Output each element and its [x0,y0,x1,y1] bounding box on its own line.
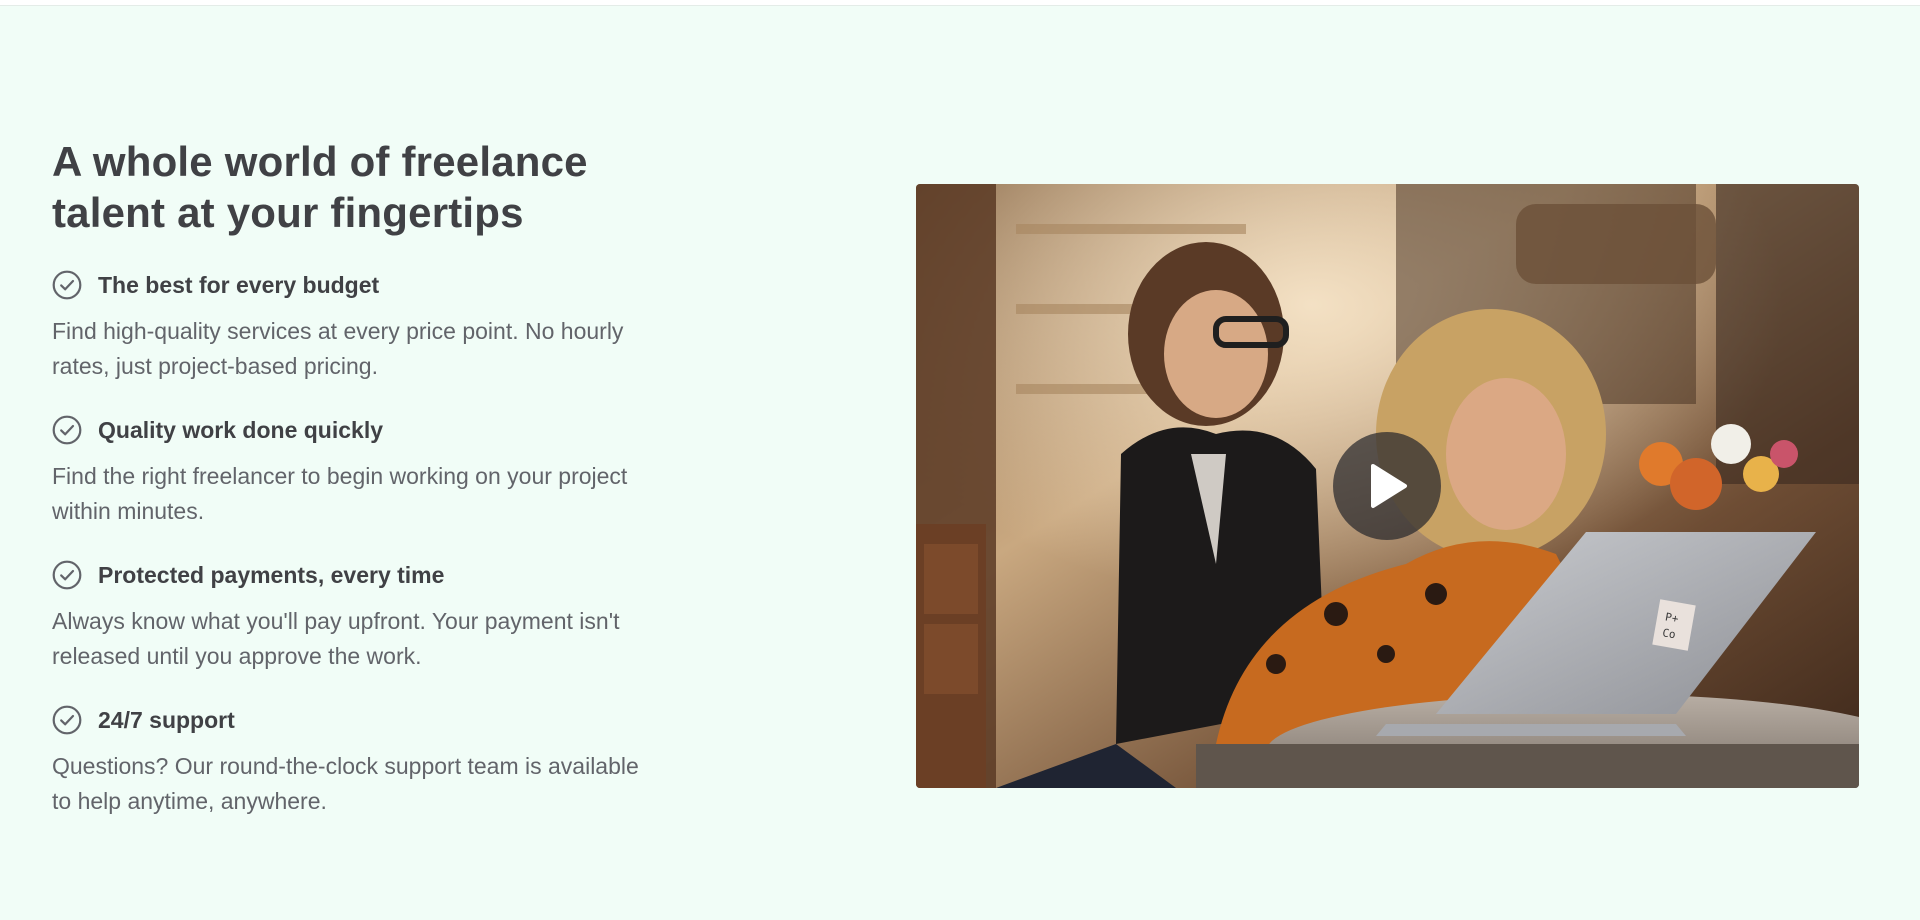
feature-description: Find the right freelancer to begin worki… [52,463,628,524]
feature-item: Quality work done quickly Find the right… [52,415,692,529]
feature-title: The best for every budget [98,271,380,298]
play-icon [1371,464,1407,508]
feature-item: The best for every budget Find high-qual… [52,270,692,384]
feature-title: Protected payments, every time [98,561,445,588]
feature-description: Questions? Our round-the-clock support t… [52,753,639,814]
check-circle-icon [52,415,82,445]
feature-description: Always know what you'll pay upfront. You… [52,608,620,669]
check-circle-icon [52,560,82,590]
feature-list: The best for every budget Find high-qual… [52,270,692,819]
check-circle-icon [52,270,82,300]
feature-title: 24/7 support [98,706,235,733]
value-proposition-section: A whole world of freelance talent at you… [0,6,1920,920]
section-headline: A whole world of freelance talent at you… [52,138,588,236]
value-proposition-text: A whole world of freelance talent at you… [52,136,692,850]
laptop-logo-line-1: P+ [1664,610,1680,625]
feature-item: Protected payments, every time Always kn… [52,560,692,674]
feature-item: 24/7 support Questions? Our round-the-cl… [52,705,692,819]
play-button[interactable] [1333,432,1441,540]
laptop-logo-line-2: Co [1661,626,1676,641]
feature-description: Find high-quality services at every pric… [52,318,624,379]
feature-title: Quality work done quickly [98,416,384,443]
video-thumbnail[interactable]: P+ Co [916,184,1859,788]
check-circle-icon [52,705,82,735]
